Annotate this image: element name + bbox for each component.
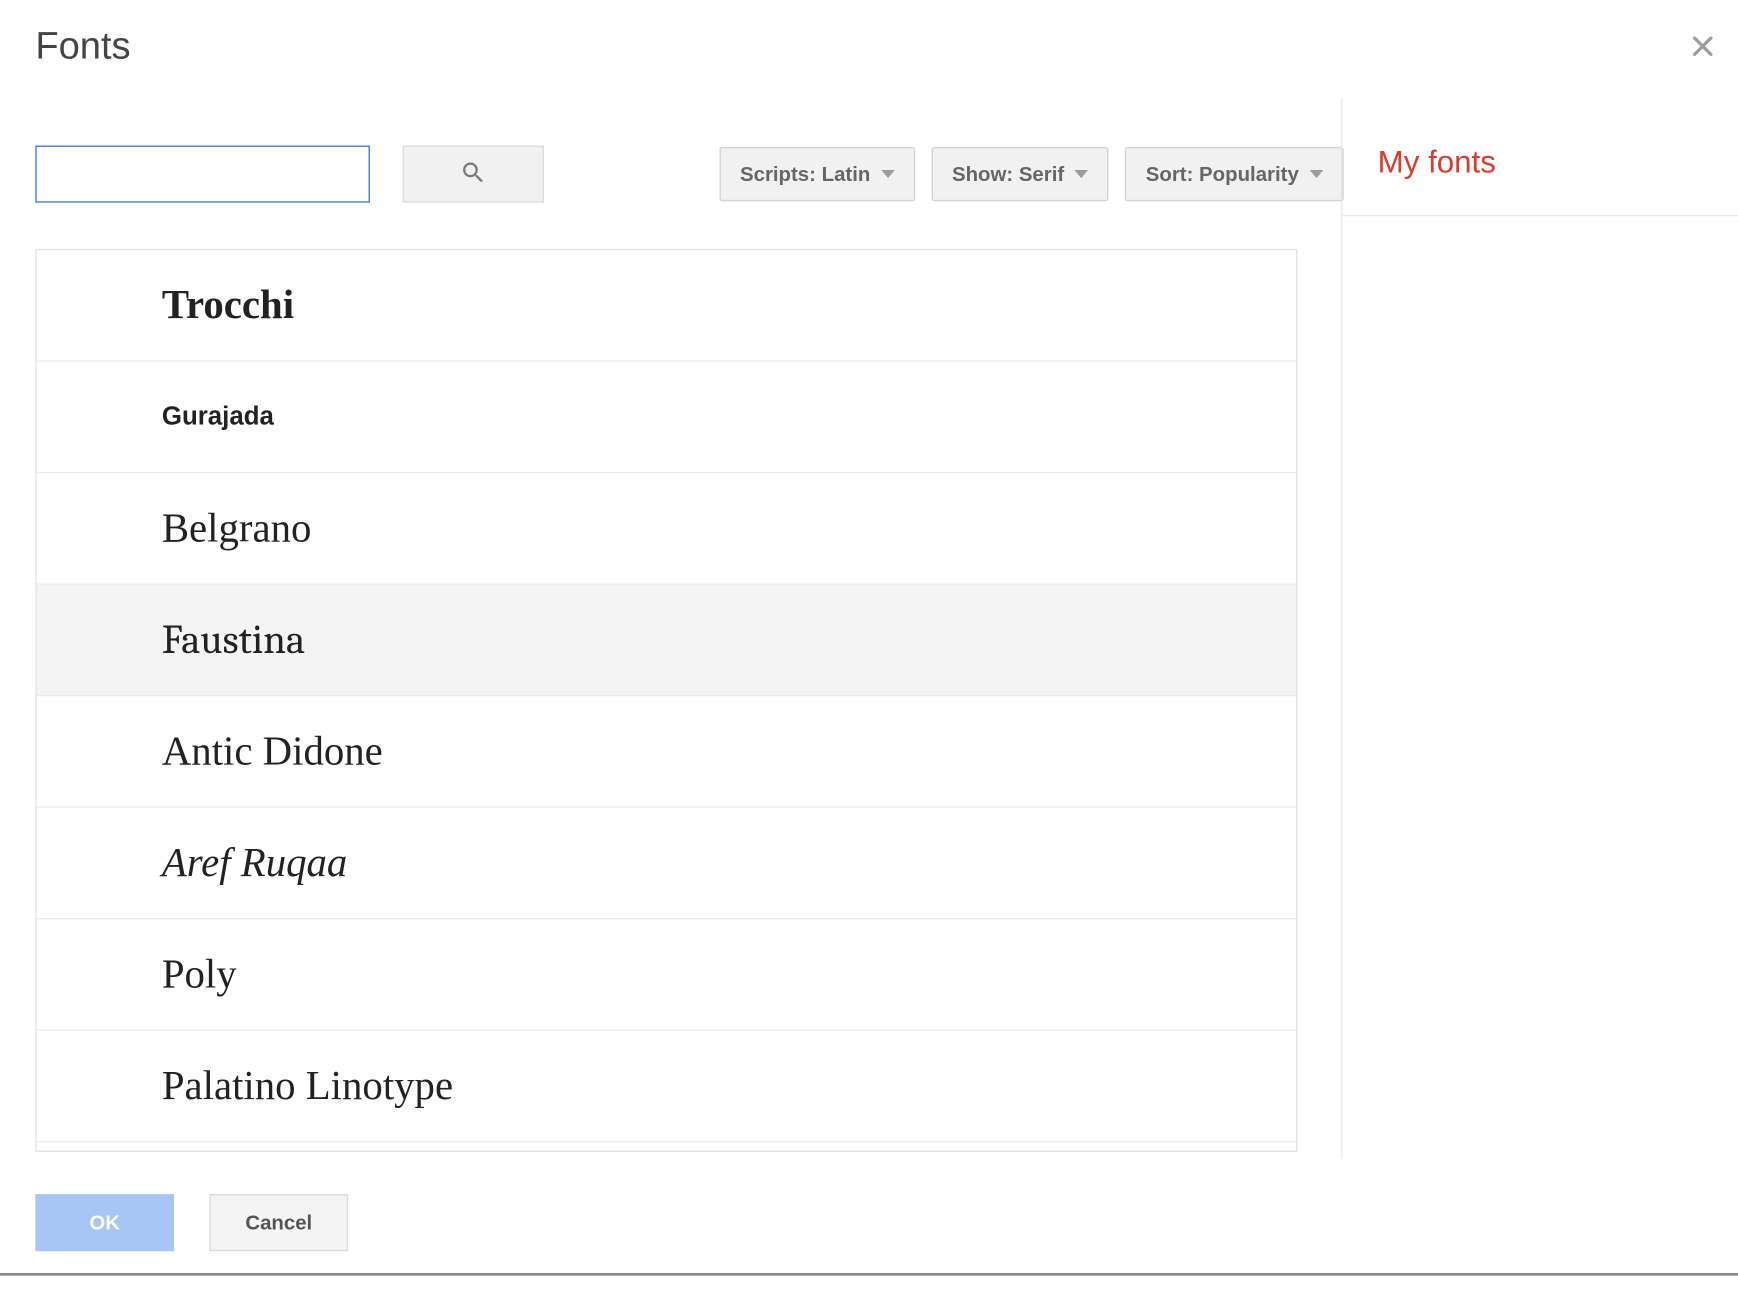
font-row[interactable]: Antic Didone — [37, 696, 1296, 808]
fonts-dialog: Fonts Scripts: Latin Show: Serif Sort: P… — [0, 0, 1738, 1276]
chevron-down-icon — [1075, 170, 1089, 178]
search-icon — [460, 158, 487, 189]
font-list[interactable]: Trocchi Gurajada Belgrano Faustina Antic… — [35, 249, 1297, 1152]
font-name: Poly — [162, 951, 237, 997]
font-name: Gurajada — [162, 402, 274, 432]
scripts-dropdown-label: Scripts: Latin — [740, 163, 870, 186]
close-button[interactable] — [1684, 30, 1722, 68]
bottom-shadow — [0, 1273, 1738, 1276]
dropdown-group: Scripts: Latin Show: Serif Sort: Popular… — [720, 147, 1344, 201]
font-row[interactable]: Gurajada — [37, 362, 1296, 474]
chevron-down-icon — [1310, 170, 1324, 178]
my-fonts-sidebar: My fonts — [1341, 98, 1738, 1159]
my-fonts-title: My fonts — [1378, 144, 1496, 181]
sort-dropdown-label: Sort: Popularity — [1146, 163, 1299, 186]
dialog-title: Fonts — [35, 24, 130, 68]
search-input[interactable] — [35, 146, 370, 203]
font-row[interactable]: Belgrano — [37, 473, 1296, 585]
sort-dropdown[interactable]: Sort: Popularity — [1125, 147, 1343, 201]
font-name: Belgrano — [162, 505, 312, 551]
font-row[interactable]: Poly — [37, 919, 1296, 1031]
font-name: Palatino Linotype — [162, 1063, 453, 1109]
sidebar-divider — [1342, 215, 1738, 216]
scripts-dropdown[interactable]: Scripts: Latin — [720, 147, 916, 201]
dialog-footer: OK Cancel — [35, 1194, 348, 1251]
font-name: Trocchi — [162, 282, 294, 328]
font-row[interactable]: Aref Ruqaa — [37, 808, 1296, 920]
font-row[interactable]: Palatino Linotype — [37, 1031, 1296, 1143]
cancel-button[interactable]: Cancel — [209, 1194, 348, 1251]
ok-button[interactable]: OK — [35, 1194, 174, 1251]
chevron-down-icon — [881, 170, 895, 178]
font-name: Antic Didone — [162, 728, 383, 774]
font-row[interactable]: Trocchi — [37, 250, 1296, 362]
search-button[interactable] — [403, 146, 544, 203]
show-dropdown[interactable]: Show: Serif — [932, 147, 1110, 201]
font-row[interactable]: Faustina — [37, 585, 1296, 697]
show-dropdown-label: Show: Serif — [952, 163, 1064, 186]
controls-row: Scripts: Latin Show: Serif Sort: Popular… — [35, 143, 1343, 206]
font-name: Faustina — [162, 616, 305, 664]
font-name: Aref Ruqaa — [162, 840, 347, 886]
font-row[interactable] — [37, 1142, 1296, 1152]
close-icon — [1692, 35, 1714, 64]
